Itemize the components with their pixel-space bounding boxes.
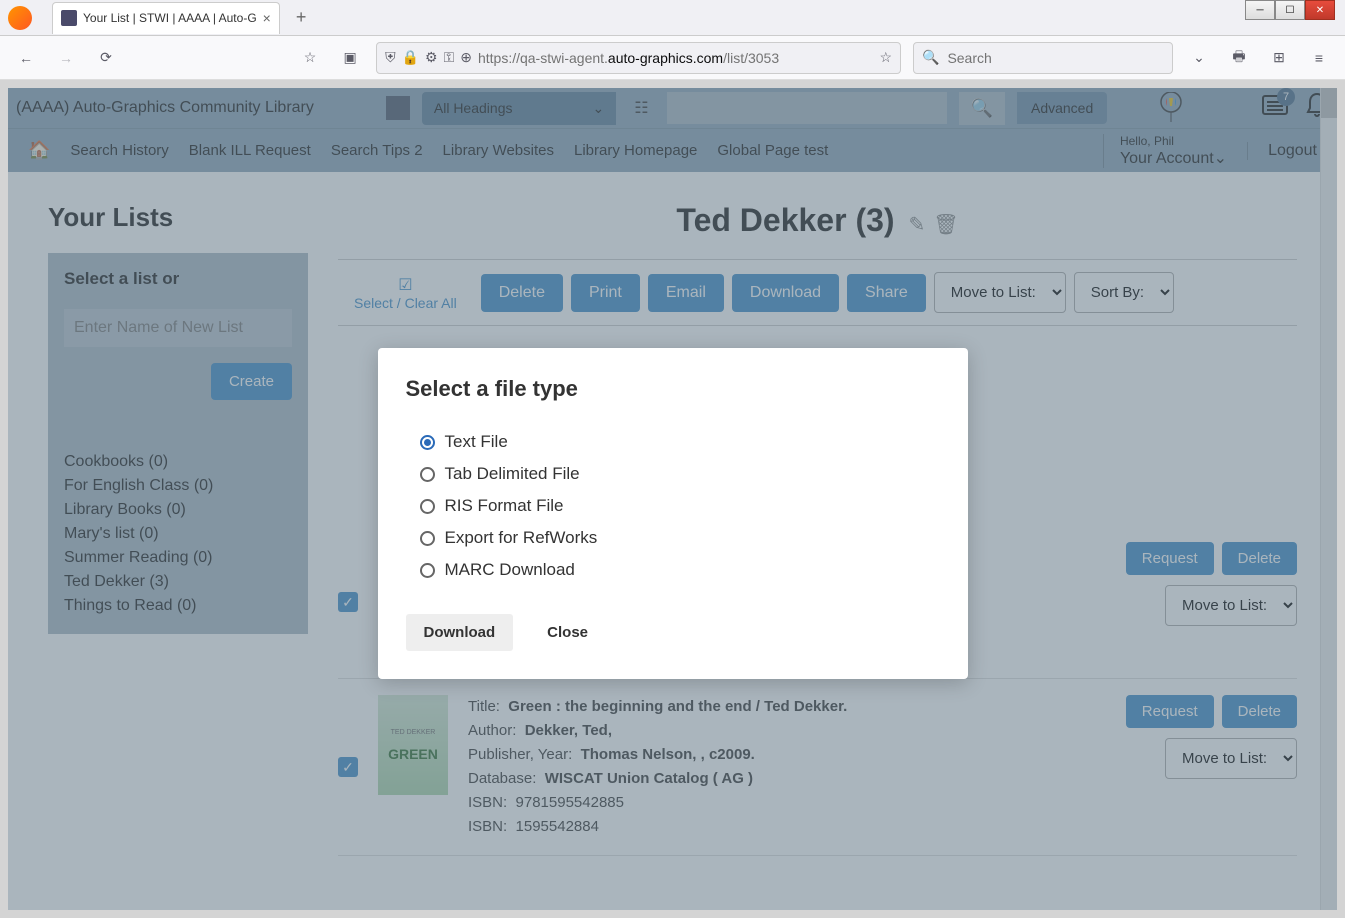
modal-download-button[interactable]: Download [406,614,514,651]
modal-overlay[interactable]: Select a file type Text File Tab Delimit… [8,88,1337,910]
close-tab-icon[interactable]: × [263,10,271,26]
reader-icon[interactable]: ⊕ [460,49,472,66]
radio-tab-delimited[interactable]: Tab Delimited File [420,458,940,490]
close-window-button[interactable]: ✕ [1305,0,1335,20]
search-icon: 🔍 [922,49,939,66]
radio-group: Text File Tab Delimited File RIS Format … [406,426,940,586]
maximize-button[interactable]: ☐ [1275,0,1305,20]
firefox-icon [8,6,32,30]
forward-button[interactable]: → [52,44,80,72]
page-content: (AAAA) Auto-Graphics Community Library A… [8,88,1337,910]
browser-tab[interactable]: Your List | STWI | AAAA | Auto-G × [52,2,280,34]
radio-marc[interactable]: MARC Download [420,554,940,586]
radio-icon [420,531,435,546]
radio-text-file[interactable]: Text File [420,426,940,458]
modal-title: Select a file type [406,376,940,402]
url-bar[interactable]: ⛨ 🔒 ⚙ ⚿ ⊕ https://qa-stwi-agent.auto-gra… [376,42,901,74]
extensions-icon[interactable]: ▣ [336,44,364,72]
tab-title: Your List | STWI | AAAA | Auto-G [83,11,257,25]
extension-puzzle-icon[interactable]: ⊞ [1265,44,1293,72]
radio-ris-format[interactable]: RIS Format File [420,490,940,522]
reload-button[interactable]: ⟳ [92,44,120,72]
window-controls: ─ ☐ ✕ [1245,0,1335,20]
browser-nav-bar: ← → ⟳ ☆ ▣ ⛨ 🔒 ⚙ ⚿ ⊕ https://qa-stwi-agen… [0,36,1345,80]
radio-icon [420,435,435,450]
modal-close-button[interactable]: Close [529,614,606,651]
minimize-button[interactable]: ─ [1245,0,1275,20]
key-icon[interactable]: ⚿ [444,49,455,66]
bookmark-page-icon[interactable]: ☆ [879,49,892,66]
browser-search-box[interactable]: 🔍 Search [913,42,1173,74]
tab-bar: Your List | STWI | AAAA | Auto-G × + [0,0,1345,36]
radio-refworks[interactable]: Export for RefWorks [420,522,940,554]
browser-window: ─ ☐ ✕ Your List | STWI | AAAA | Auto-G ×… [0,0,1345,918]
new-tab-button[interactable]: + [288,3,315,32]
radio-icon [420,499,435,514]
menu-icon[interactable]: ≡ [1305,44,1333,72]
radio-icon [420,467,435,482]
back-button[interactable]: ← [12,44,40,72]
file-type-modal: Select a file type Text File Tab Delimit… [378,348,968,679]
lock-icon[interactable]: 🔒 [402,49,419,66]
permissions-icon[interactable]: ⚙ [425,49,438,66]
bookmark-star-icon[interactable]: ☆ [296,44,324,72]
radio-icon [420,563,435,578]
print-icon[interactable]: 🖶 [1225,44,1253,72]
favicon-icon [61,10,77,26]
modal-actions: Download Close [406,614,940,651]
url-text: https://qa-stwi-agent.auto-graphics.com/… [478,50,873,66]
shield-icon[interactable]: ⛨ [385,49,396,66]
pocket-icon[interactable]: ⌄ [1185,44,1213,72]
